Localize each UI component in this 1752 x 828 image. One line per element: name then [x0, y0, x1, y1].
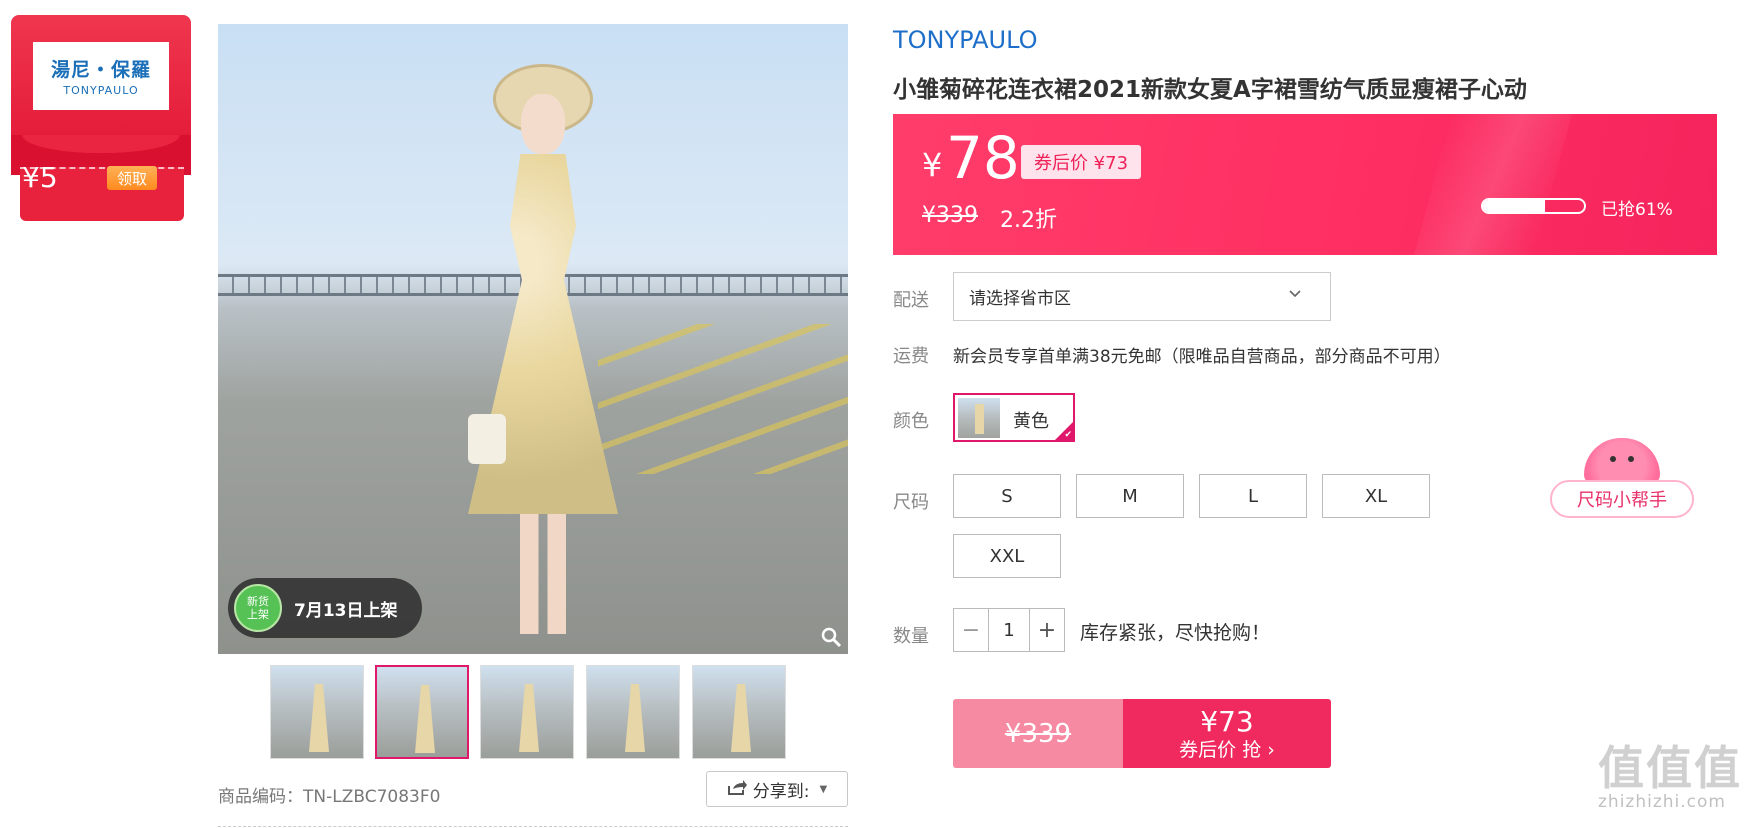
size-helper-mascot-icon	[1584, 438, 1660, 484]
new-arrival-date: 7月13日上架	[294, 601, 398, 621]
site-watermark: 值值值 zhizhizhi.com	[1598, 744, 1742, 812]
thumbnail-figure	[625, 684, 645, 752]
color-swatch-image	[958, 398, 1000, 438]
buy-label: 券后价 抢 ›	[1179, 738, 1275, 761]
sold-progress-bar	[1481, 198, 1586, 214]
photo-legs	[520, 514, 566, 634]
original-price: ¥339	[922, 203, 978, 228]
color-option-label: 黄色	[1013, 411, 1049, 432]
photo-bag	[468, 414, 506, 464]
claim-coupon-button[interactable]: 领取	[107, 166, 157, 190]
brand-link[interactable]: TONYPAULO	[893, 26, 1038, 54]
brand-logo: 湯尼・保羅 TONYPAULO	[33, 42, 169, 110]
quantity-input[interactable]: 1	[988, 609, 1030, 651]
size-option-xxl[interactable]: XXL	[953, 534, 1061, 578]
color-label: 颜色	[893, 411, 929, 432]
share-button[interactable]: 分享到: ▼	[706, 771, 848, 807]
mascot-eye	[1628, 456, 1634, 462]
buy-coupon-price: ¥73 券后价 抢 ›	[1123, 699, 1331, 768]
divider	[218, 826, 848, 827]
product-title: 小雏菊碎花连衣裙2021新款女夏A字裙雪纺气质显瘦裙子心动	[893, 77, 1527, 103]
product-page: 湯尼・保羅 TONYPAULO ¥5 领取 新货 上架 7月13日上架 商品编码…	[0, 0, 1752, 828]
thumbnail-4[interactable]	[586, 665, 680, 759]
size-option-xl[interactable]: XL	[1322, 474, 1430, 518]
after-coupon-price: 券后价 ¥73	[1021, 145, 1141, 179]
new-arrival-badge-text: 新货 上架	[247, 595, 269, 621]
sold-progress-fill	[1483, 200, 1545, 212]
quantity-label: 数量	[893, 626, 929, 647]
new-arrival-badge: 新货 上架	[234, 584, 282, 632]
current-price: 78	[946, 124, 1020, 192]
stock-warning: 库存紧张，尽快抢购！	[1080, 622, 1271, 644]
product-code: 商品编码：TN-LZBC7083F0	[218, 787, 441, 807]
chevron-down-icon: ▼	[819, 783, 828, 795]
chevron-down-icon	[1288, 285, 1302, 304]
thumbnail-1[interactable]	[270, 665, 364, 759]
share-label: 分享到:	[752, 781, 810, 802]
delivery-label: 配送	[893, 290, 929, 311]
shipping-label: 运费	[893, 346, 929, 367]
photo-parking-lines	[598, 324, 848, 474]
photo-face	[521, 94, 565, 154]
coupon-amount: ¥5	[22, 161, 58, 194]
color-option-yellow[interactable]: 黄色 ✔	[953, 393, 1075, 442]
size-label: 尺码	[893, 492, 929, 513]
mascot-eye	[1610, 456, 1616, 462]
size-option-l[interactable]: L	[1199, 474, 1307, 518]
thumbnail-figure	[519, 684, 539, 752]
size-option-m[interactable]: M	[1076, 474, 1184, 518]
currency-symbol: ¥	[922, 146, 943, 184]
discount-rate: 2.2折	[1000, 208, 1057, 233]
thumbnail-3[interactable]	[480, 665, 574, 759]
quantity-decrease-button[interactable]: −	[954, 609, 988, 651]
size-helper-button[interactable]: 尺码小帮手	[1550, 480, 1694, 518]
thumbnail-figure	[731, 684, 751, 752]
thumbnail-figure	[415, 685, 435, 753]
watermark-glyphs: 值值值	[1598, 741, 1742, 795]
magnifier-icon[interactable]	[820, 626, 844, 650]
watermark-site: zhizhizhi.com	[1598, 792, 1726, 812]
region-select-value: 请选择省市区	[969, 289, 1071, 309]
brand-logo-cn: 湯尼・保羅	[50, 59, 151, 81]
quantity-increase-button[interactable]: +	[1030, 609, 1064, 651]
region-select[interactable]: 请选择省市区	[953, 272, 1331, 321]
buy-price: ¥73	[1200, 704, 1254, 738]
thumbnail-figure	[309, 684, 329, 752]
size-option-s[interactable]: S	[953, 474, 1061, 518]
brand-logo-en: TONYPAULO	[63, 84, 139, 97]
shipping-info: 新会员专享首单满38元免邮（限唯品自营商品，部分商品不可用）	[953, 347, 1451, 367]
thumbnail-2[interactable]	[375, 665, 469, 759]
thumbnail-5[interactable]	[692, 665, 786, 759]
quantity-stepper[interactable]: − 1 +	[953, 608, 1065, 652]
main-product-image[interactable]	[218, 24, 848, 654]
share-icon	[727, 778, 747, 801]
buy-button[interactable]: ¥339 ¥73 券后价 抢 ›	[953, 699, 1331, 768]
buy-original-price: ¥339	[953, 699, 1123, 768]
sold-progress-label: 已抢61%	[1601, 200, 1673, 220]
check-icon: ✔	[1064, 430, 1072, 440]
price-banner-shine	[1414, 114, 1572, 255]
